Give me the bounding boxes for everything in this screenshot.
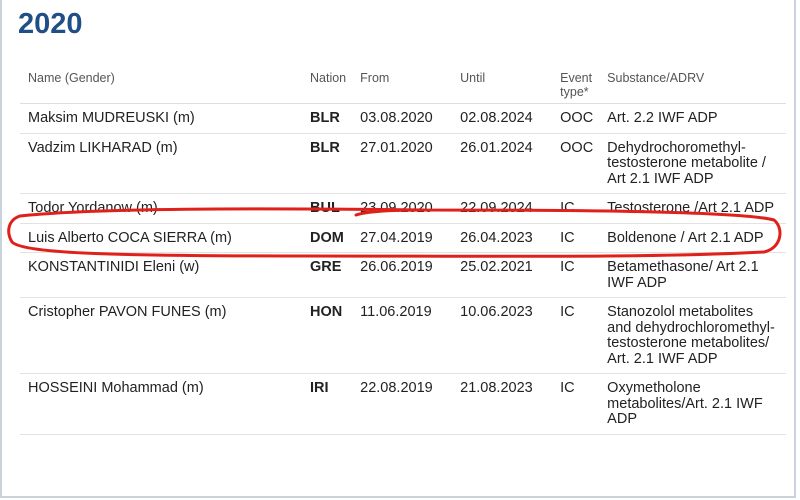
cell-name: Cristopher PAVON FUNES (m) — [20, 297, 302, 374]
cell-nation: HON — [302, 297, 353, 374]
cell-name: Vadzim LIKHARAD (m) — [20, 133, 302, 194]
cell-until: 26.01.2024 — [452, 133, 553, 194]
cell-event-type: OOC — [552, 133, 600, 194]
column-header-from: From — [352, 62, 453, 104]
cell-event-type: IC — [552, 297, 600, 374]
cell-substance: Stanozolol metabolites and dehydrochloro… — [599, 297, 786, 374]
table-row: Maksim MUDREUSKI (m) BLR 03.08.2020 02.0… — [20, 103, 786, 134]
red-circle-annotation — [7, 207, 782, 258]
column-header-event-type: Event type* — [552, 62, 600, 104]
cell-event-type: IC — [552, 373, 600, 435]
cell-substance: Dehydrochoromethyl-testosterone metaboli… — [599, 133, 786, 194]
cell-from: 11.06.2019 — [352, 297, 453, 374]
cell-until: 21.08.2023 — [452, 373, 553, 435]
cell-from: 27.01.2020 — [352, 133, 453, 194]
cell-nation: BLR — [302, 103, 353, 134]
cell-nation: IRI — [302, 373, 353, 435]
table-row: HOSSEINI Mohammad (m) IRI 22.08.2019 21.… — [20, 373, 786, 435]
column-header-nation: Nation — [302, 62, 353, 104]
column-header-until: Until — [452, 62, 553, 104]
cell-from: 22.08.2019 — [352, 373, 453, 435]
cell-until: 02.08.2024 — [452, 103, 553, 134]
cell-name: HOSSEINI Mohammad (m) — [20, 373, 302, 435]
column-header-substance: Substance/ADRV — [599, 62, 786, 104]
cell-event-type: OOC — [552, 103, 600, 134]
cell-substance: Art. 2.2 IWF ADP — [599, 103, 786, 134]
cell-substance: Oxymetholone metabolites/Art. 2.1 IWF AD… — [599, 373, 786, 435]
cell-nation: BLR — [302, 133, 353, 194]
page-title: 2020 — [18, 8, 83, 40]
cell-until: 10.06.2023 — [452, 297, 553, 374]
cell-name: Maksim MUDREUSKI (m) — [20, 103, 302, 134]
table-row: Cristopher PAVON FUNES (m) HON 11.06.201… — [20, 297, 786, 374]
table-header-row: Name (Gender) Nation From Until Event ty… — [20, 62, 786, 104]
column-header-name: Name (Gender) — [20, 62, 302, 104]
cell-from: 03.08.2020 — [352, 103, 453, 134]
table-row: Vadzim LIKHARAD (m) BLR 27.01.2020 26.01… — [20, 133, 786, 194]
